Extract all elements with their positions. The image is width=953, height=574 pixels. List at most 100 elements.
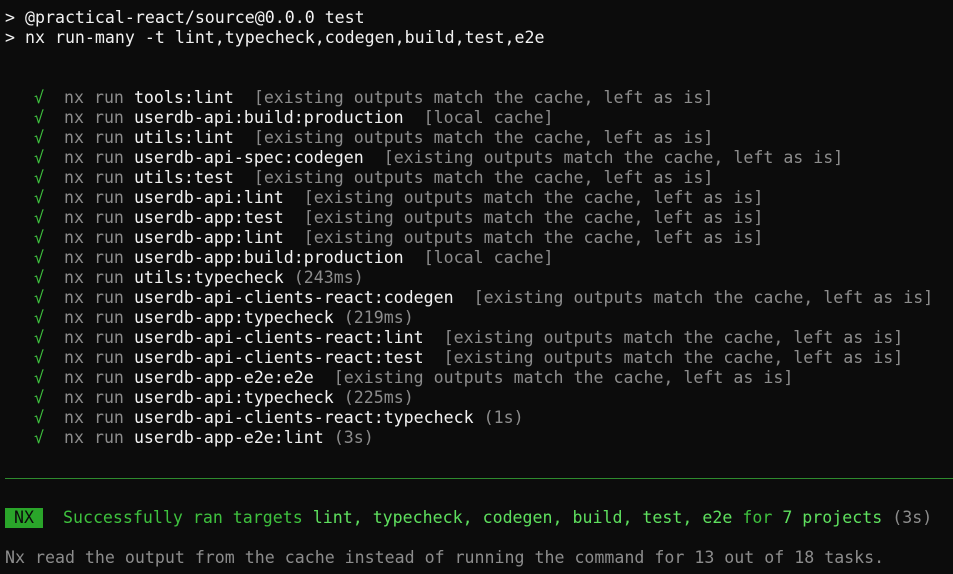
run-prefix: nx run [63, 408, 124, 427]
task-row: √ nx run userdb-api-spec:codegen [existi… [34, 148, 843, 168]
task-row: √ nx run userdb-api:lint [existing outpu… [34, 188, 763, 208]
task-row: √ nx run userdb-api-clients-react:codege… [34, 288, 933, 308]
check-icon: √ [34, 288, 44, 307]
command-echo-line: > nx run-many -t lint,typecheck,codegen,… [5, 28, 545, 47]
task-target: userdb-api-clients-react:lint [133, 328, 424, 347]
task-target: userdb-app:lint [133, 228, 284, 247]
task-target: userdb-app-e2e:lint [133, 428, 324, 447]
divider [5, 478, 953, 479]
task-status: (3s) [333, 428, 374, 447]
run-prefix: nx run [63, 348, 124, 367]
task-target: userdb-api-clients-react:test [133, 348, 424, 367]
task-target: userdb-api-spec:codegen [133, 148, 364, 167]
command-echo-line: > @practical-react/source@0.0.0 test [5, 8, 365, 27]
task-row: √ nx run tools:lint [existing outputs ma… [34, 88, 713, 108]
run-prefix: nx run [63, 88, 124, 107]
check-icon: √ [34, 268, 44, 287]
check-icon: √ [34, 428, 44, 447]
task-target: userdb-app:typecheck [133, 308, 334, 327]
task-target: utils:lint [133, 128, 234, 147]
task-row: √ nx run userdb-app-e2e:lint (3s) [34, 428, 374, 448]
task-target: userdb-app:build:production [133, 248, 404, 267]
summary-duration: (3s) [892, 508, 933, 527]
run-prefix: nx run [63, 148, 124, 167]
task-status: [existing outputs match the cache, left … [443, 348, 904, 367]
task-status: [local cache] [423, 248, 554, 267]
check-icon: √ [34, 248, 44, 267]
task-status: (219ms) [343, 308, 414, 327]
task-target: userdb-api-clients-react:codegen [133, 288, 454, 307]
check-icon: √ [34, 348, 44, 367]
task-row: √ nx run userdb-api:typecheck (225ms) [34, 388, 414, 408]
task-row: √ nx run utils:test [existing outputs ma… [34, 168, 713, 188]
run-prefix: nx run [63, 328, 124, 347]
task-status: [existing outputs match the cache, left … [303, 208, 764, 227]
run-prefix: nx run [63, 428, 124, 447]
summary-targets: lint, typecheck, codegen, build, test, e… [312, 508, 733, 527]
check-icon: √ [34, 128, 44, 147]
run-prefix: nx run [63, 208, 124, 227]
task-row: √ nx run userdb-api-clients-react:lint [… [34, 328, 903, 348]
task-status: [existing outputs match the cache, left … [253, 168, 714, 187]
task-status: (225ms) [343, 388, 414, 407]
run-prefix: nx run [63, 168, 124, 187]
run-prefix: nx run [63, 308, 124, 327]
task-row: √ nx run userdb-api:build:production [lo… [34, 108, 554, 128]
task-row: √ nx run userdb-app:test [existing outpu… [34, 208, 763, 228]
task-row: √ nx run utils:lint [existing outputs ma… [34, 128, 713, 148]
check-icon: √ [34, 168, 44, 187]
task-target: utils:typecheck [133, 268, 284, 287]
run-prefix: nx run [63, 388, 124, 407]
check-icon: √ [34, 368, 44, 387]
terminal-window[interactable]: > @practical-react/source@0.0.0 test > n… [0, 0, 953, 574]
summary-line: NX Successfully ran targets lint, typech… [5, 508, 932, 528]
task-status: [existing outputs match the cache, left … [303, 188, 764, 207]
cache-note: Nx read the output from the cache instea… [5, 548, 885, 567]
nx-badge: NX [5, 508, 43, 528]
task-row: √ nx run userdb-api-clients-react:typech… [34, 408, 524, 428]
task-target: userdb-api:typecheck [133, 388, 334, 407]
check-icon: √ [34, 328, 44, 347]
task-status: [existing outputs match the cache, left … [253, 88, 714, 107]
task-status: [existing outputs match the cache, left … [253, 128, 714, 147]
task-target: tools:lint [133, 88, 234, 107]
task-target: userdb-app:test [133, 208, 284, 227]
check-icon: √ [34, 208, 44, 227]
task-row: √ nx run userdb-api-clients-react:test [… [34, 348, 903, 368]
task-target: userdb-api:lint [133, 188, 284, 207]
task-status: [existing outputs match the cache, left … [333, 368, 794, 387]
run-prefix: nx run [63, 268, 124, 287]
check-icon: √ [34, 388, 44, 407]
run-prefix: nx run [63, 228, 124, 247]
task-status: [existing outputs match the cache, left … [443, 328, 904, 347]
run-prefix: nx run [63, 288, 124, 307]
check-icon: √ [34, 408, 44, 427]
task-row: √ nx run userdb-app:build:production [lo… [34, 248, 554, 268]
task-target: userdb-api-clients-react:typecheck [133, 408, 474, 427]
summary-projects: 7 projects [782, 508, 883, 527]
task-row: √ nx run userdb-app-e2e:e2e [existing ou… [34, 368, 793, 388]
summary-prefix: Successfully ran targets [62, 508, 303, 527]
task-status: (243ms) [293, 268, 364, 287]
check-icon: √ [34, 188, 44, 207]
task-row: √ nx run utils:typecheck (243ms) [34, 268, 364, 288]
run-prefix: nx run [63, 128, 124, 147]
run-prefix: nx run [63, 188, 124, 207]
check-icon: √ [34, 308, 44, 327]
task-target: utils:test [133, 168, 234, 187]
check-icon: √ [34, 108, 44, 127]
task-row: √ nx run userdb-app:lint [existing outpu… [34, 228, 763, 248]
run-prefix: nx run [63, 248, 124, 267]
summary-middle: for [742, 508, 773, 527]
task-status: [existing outputs match the cache, left … [303, 228, 764, 247]
task-target: userdb-app-e2e:e2e [133, 368, 314, 387]
task-target: userdb-api:build:production [133, 108, 404, 127]
task-status: [existing outputs match the cache, left … [383, 148, 844, 167]
check-icon: √ [34, 88, 44, 107]
check-icon: √ [34, 228, 44, 247]
task-status: [local cache] [423, 108, 554, 127]
task-status: (1s) [483, 408, 524, 427]
task-row: √ nx run userdb-app:typecheck (219ms) [34, 308, 414, 328]
run-prefix: nx run [63, 368, 124, 387]
task-status: [existing outputs match the cache, left … [473, 288, 934, 307]
